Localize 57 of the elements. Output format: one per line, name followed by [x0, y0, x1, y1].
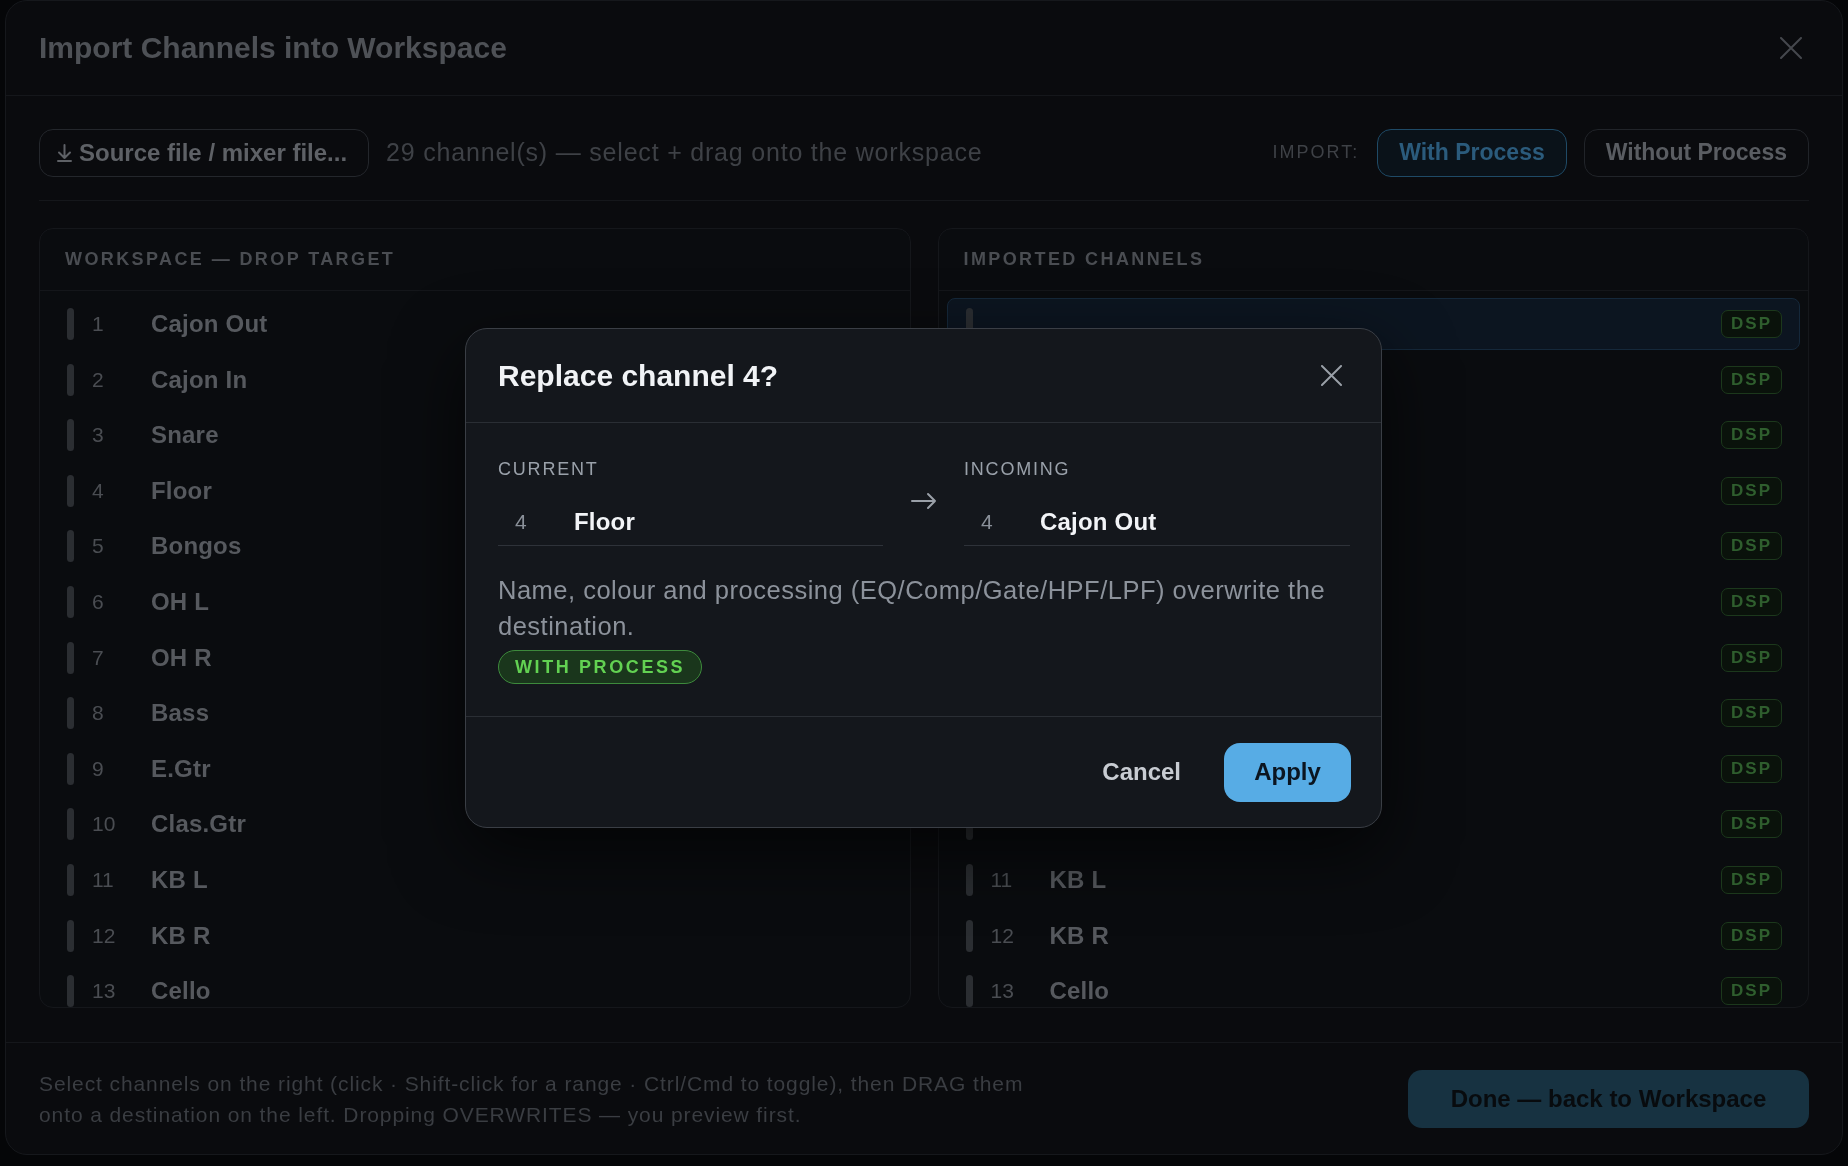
- channel-number: 5: [92, 534, 105, 559]
- channel-name: Floor: [151, 476, 212, 505]
- processing-tag: DSP: [1721, 532, 1782, 561]
- channel-number: 4: [515, 509, 528, 534]
- channel-name: KB R: [1049, 921, 1109, 950]
- channel-name: Floor: [574, 507, 635, 536]
- processing-tag: DSP: [1721, 476, 1782, 505]
- channel-number: 6: [92, 589, 105, 614]
- channel-number: 7: [92, 645, 105, 670]
- channel-name: Cajon Out: [151, 310, 268, 338]
- panel-title: IMPORTED CHANNELS: [963, 249, 1205, 270]
- processing-tag: DSP: [1721, 977, 1782, 1006]
- mode-tag: WITH PROCESS: [498, 650, 703, 684]
- processing-tag: DSP: [1721, 421, 1782, 450]
- import-label: IMPORT:: [1272, 142, 1360, 163]
- channel-name: Cajon Out: [1040, 507, 1157, 536]
- processing-tag: DSP: [1721, 699, 1782, 728]
- processing-tag: DSP: [1721, 865, 1782, 894]
- channel-number: 4: [981, 509, 994, 534]
- channel-number: 10: [92, 812, 117, 837]
- channel-name: KB L: [151, 865, 208, 894]
- channel-number: 2: [92, 367, 105, 392]
- channel-name: Cello: [151, 977, 211, 1006]
- status-text: 29 channel(s) — select + drag onto the workspace: [386, 138, 983, 167]
- channel-number: 12: [92, 923, 117, 948]
- processing-tag: DSP: [1721, 921, 1782, 950]
- processing-tag: DSP: [1721, 365, 1782, 394]
- channel-name: Snare: [151, 421, 219, 450]
- channel-name: KB R: [151, 921, 211, 950]
- channel-number: 9: [92, 756, 105, 781]
- dialog-title: Import Channels into Workspace: [39, 31, 507, 65]
- processing-tag: DSP: [1721, 643, 1782, 672]
- channel-number: 8: [92, 701, 105, 726]
- channel-number: 1: [92, 312, 105, 336]
- channel-name: E.Gtr: [151, 754, 211, 783]
- channel-number: 3: [92, 423, 105, 448]
- section-label: CURRENT: [498, 458, 600, 480]
- channel-name: Cello: [1049, 977, 1110, 1006]
- modal-title: Replace channel 4?: [498, 358, 779, 393]
- channel-name: Clas.Gtr: [151, 810, 246, 839]
- channel-name: Bongos: [151, 532, 242, 561]
- processing-tag: DSP: [1721, 587, 1782, 616]
- channel-number: 11: [990, 867, 1014, 892]
- channel-number: 12: [990, 923, 1015, 948]
- processing-tag: DSP: [1721, 810, 1782, 839]
- processing-tag: DSP: [1721, 310, 1782, 338]
- processing-tag: DSP: [1721, 754, 1782, 783]
- channel-name: KB L: [1049, 865, 1107, 894]
- channel-name: OH R: [151, 643, 212, 672]
- channel-name: OH L: [151, 587, 210, 616]
- panel-title: WORKSPACE — DROP TARGET: [65, 249, 396, 270]
- channel-number: 11: [92, 867, 115, 892]
- channel-number: 4: [92, 478, 105, 503]
- channel-name: Bass: [151, 699, 210, 728]
- channel-name: Cajon In: [151, 365, 248, 394]
- channel-number: 13: [990, 979, 1015, 1004]
- channel-number: 13: [92, 979, 117, 1004]
